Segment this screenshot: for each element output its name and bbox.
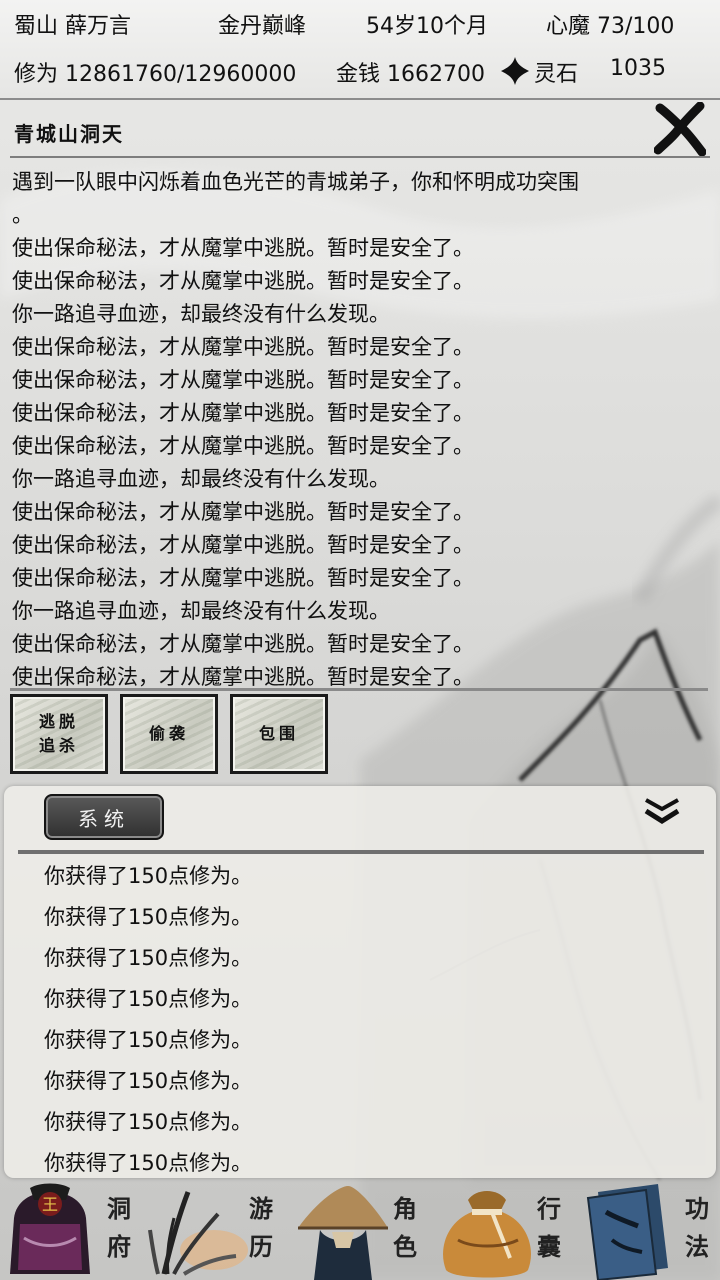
nav-skills[interactable]: 功 法: [576, 1178, 720, 1280]
system-message-panel: 系统 你获得了150点修为。 你获得了150点修为。 你获得了150点修为。 你获得了…: [4, 786, 716, 1178]
nav-travel[interactable]: 游 历: [144, 1178, 288, 1280]
title-divider: [10, 156, 710, 158]
close-icon: [654, 102, 706, 156]
nav-cave-label: 洞 府: [102, 1190, 136, 1266]
status-bar: 蜀山 薛万言 金丹巅峰 54岁10个月 心魔 73/100 修为 1286176…: [0, 0, 720, 100]
scripture-book-icon: [586, 1184, 668, 1280]
tab-system[interactable]: 系统: [44, 794, 164, 840]
bottom-nav: 王 洞 府 游 历 角 色 行 囊 功 法: [0, 1178, 720, 1280]
player-name: 蜀山 薛万言: [14, 14, 131, 39]
story-divider: [10, 688, 708, 691]
nav-character-label: 角 色: [388, 1190, 422, 1266]
cultivation-progress: 修为 12861760/12960000: [14, 62, 297, 87]
story-line: 你一路追寻血迹，却最终没有什么发现。: [12, 302, 390, 326]
nav-bag-label: 行 囊: [532, 1190, 566, 1266]
story-line: 使出保命秘法，才从魔掌中逃脱。暂时是安全了。: [12, 368, 474, 392]
straw-hat-character-icon: [298, 1186, 388, 1280]
story-line: 使出保命秘法，才从魔掌中逃脱。暂时是安全了。: [12, 533, 474, 557]
nav-travel-char2: 历: [249, 1232, 273, 1261]
surround-button[interactable]: 包围: [230, 694, 328, 774]
heart-demon-value: 心魔 73/100: [546, 14, 675, 39]
story-line: 使出保命秘法，才从魔掌中逃脱。暂时是安全了。: [12, 632, 474, 656]
story-line: 使出保命秘法，才从魔掌中逃脱。暂时是安全了。: [12, 500, 474, 524]
nav-cave-char1: 洞: [107, 1194, 131, 1223]
nav-skills-char2: 法: [685, 1232, 709, 1261]
system-log: 你获得了150点修为。 你获得了150点修为。 你获得了150点修为。 你获得了150…: [44, 856, 684, 1184]
story-log: 遇到一队眼中闪烁着血色光芒的青城弟子，你和怀明成功突围。使出保命秘法，才从魔掌中…: [12, 166, 708, 689]
cultivation-realm: 金丹巅峰: [218, 14, 307, 39]
status-row-top: 蜀山 薛万言 金丹巅峰 54岁10个月 心魔 73/100: [0, 8, 720, 48]
ambush-button[interactable]: 偷袭: [120, 694, 218, 774]
story-line: 使出保命秘法，才从魔掌中逃脱。暂时是安全了。: [12, 236, 474, 260]
story-line: 你一路追寻血迹，却最终没有什么发现。: [12, 467, 390, 491]
location-title: 青城山洞天: [14, 122, 124, 146]
cave-seal-icon: 王: [10, 1183, 90, 1274]
double-chevron-down-icon: [644, 798, 680, 824]
nav-cave[interactable]: 王 洞 府: [0, 1178, 144, 1280]
system-message-line: 你获得了150点修为。: [44, 987, 253, 1011]
nav-bag[interactable]: 行 囊: [432, 1178, 576, 1280]
seal-glyph: 王: [42, 1195, 58, 1214]
tab-system-label: 系统: [78, 806, 130, 831]
system-message-line: 你获得了150点修为。: [44, 1069, 253, 1093]
nav-cave-char2: 府: [107, 1232, 131, 1261]
status-row-bottom: 修为 12861760/12960000 金钱 1662700 灵石 1035: [0, 56, 720, 96]
escape-label-line2: 追杀: [38, 736, 79, 755]
grass-icon: [148, 1191, 248, 1276]
system-message-line: 你获得了150点修为。: [44, 1110, 253, 1134]
collapse-button[interactable]: [640, 796, 684, 828]
ambush-label: 偷袭: [148, 724, 189, 743]
story-line: 。: [12, 203, 33, 227]
story-line: 使出保命秘法，才从魔掌中逃脱。暂时是安全了。: [12, 434, 474, 458]
story-line: 使出保命秘法，才从魔掌中逃脱。暂时是安全了。: [12, 335, 474, 359]
spirit-stone-icon: [500, 56, 530, 92]
nav-travel-label: 游 历: [244, 1190, 278, 1266]
close-button[interactable]: [652, 100, 708, 158]
treasure-bag-icon: [443, 1191, 531, 1278]
escape-pursuit-label: 逃脱 追杀: [39, 710, 79, 758]
story-line: 你一路追寻血迹，却最终没有什么发现。: [12, 599, 390, 623]
nav-character[interactable]: 角 色: [288, 1178, 432, 1280]
nav-bag-char2: 囊: [537, 1232, 561, 1261]
money-value: 金钱 1662700: [336, 62, 485, 87]
spirit-stone-value: 1035: [610, 56, 666, 81]
escape-label-line1: 逃脱: [38, 712, 79, 731]
spirit-stone-label: 灵石: [534, 62, 579, 87]
story-line: 使出保命秘法，才从魔掌中逃脱。暂时是安全了。: [12, 269, 474, 293]
system-message-line: 你获得了150点修为。: [44, 905, 253, 929]
nav-bag-char1: 行: [537, 1194, 561, 1223]
story-line: 使出保命秘法，才从魔掌中逃脱。暂时是安全了。: [12, 566, 474, 590]
nav-travel-char1: 游: [249, 1194, 273, 1223]
system-divider: [18, 850, 704, 854]
story-line: 遇到一队眼中闪烁着血色光芒的青城弟子，你和怀明成功突围: [12, 170, 579, 194]
player-age: 54岁10个月: [366, 14, 488, 39]
nav-skills-char1: 功: [685, 1194, 709, 1223]
surround-label: 包围: [258, 724, 299, 743]
nav-character-char2: 色: [393, 1232, 417, 1261]
escape-pursuit-button[interactable]: 逃脱 追杀: [10, 694, 108, 774]
nav-character-char1: 角: [393, 1194, 417, 1223]
system-message-line: 你获得了150点修为。: [44, 864, 253, 888]
nav-skills-label: 功 法: [680, 1190, 714, 1266]
system-message-line: 你获得了150点修为。: [44, 946, 253, 970]
story-line: 使出保命秘法，才从魔掌中逃脱。暂时是安全了。: [12, 401, 474, 425]
system-message-line: 你获得了150点修为。: [44, 1028, 253, 1052]
